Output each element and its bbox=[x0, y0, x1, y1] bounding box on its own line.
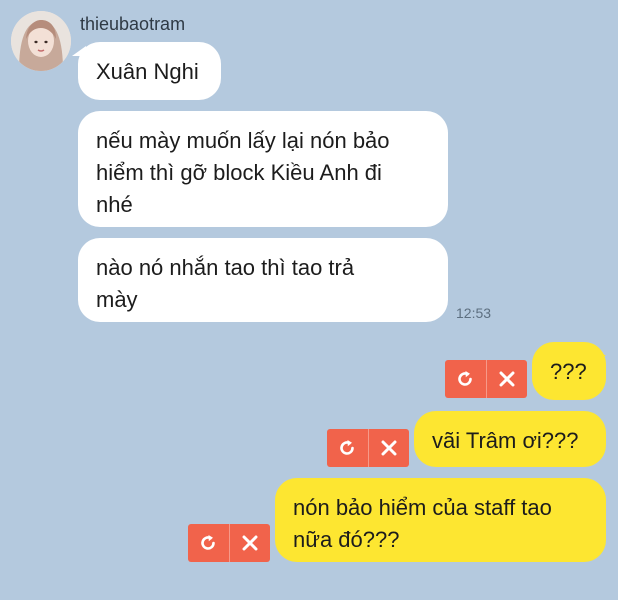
delete-button[interactable] bbox=[228, 524, 271, 562]
failed-message-actions bbox=[445, 360, 527, 398]
retry-button[interactable] bbox=[188, 524, 229, 562]
close-icon bbox=[381, 440, 397, 456]
retry-icon bbox=[458, 371, 473, 386]
outgoing-message[interactable]: vãi Trâm ơi??? bbox=[414, 411, 606, 467]
incoming-message[interactable]: nào nó nhắn tao thì tao trả mày bbox=[78, 238, 448, 322]
avatar-image bbox=[11, 11, 71, 71]
close-icon bbox=[242, 535, 258, 551]
retry-icon bbox=[201, 535, 216, 550]
avatar[interactable] bbox=[11, 11, 71, 71]
failed-message-actions bbox=[188, 524, 270, 562]
delete-button[interactable] bbox=[485, 360, 528, 398]
delete-button[interactable] bbox=[367, 429, 410, 467]
retry-icon bbox=[340, 440, 355, 455]
outgoing-message[interactable]: ??? bbox=[532, 342, 606, 400]
failed-message-actions bbox=[327, 429, 409, 467]
outgoing-message[interactable]: nón bảo hiểm của staff tao nữa đó??? bbox=[275, 478, 606, 562]
retry-button[interactable] bbox=[327, 429, 368, 467]
message-timestamp: 12:53 bbox=[456, 305, 492, 321]
retry-button[interactable] bbox=[445, 360, 486, 398]
incoming-message[interactable]: nếu mày muốn lấy lại nón bảo hiểm thì gỡ… bbox=[78, 111, 448, 227]
incoming-message[interactable]: Xuân Nghi bbox=[78, 42, 221, 100]
close-icon bbox=[499, 371, 515, 387]
sender-name: thieubaotram bbox=[80, 14, 186, 34]
